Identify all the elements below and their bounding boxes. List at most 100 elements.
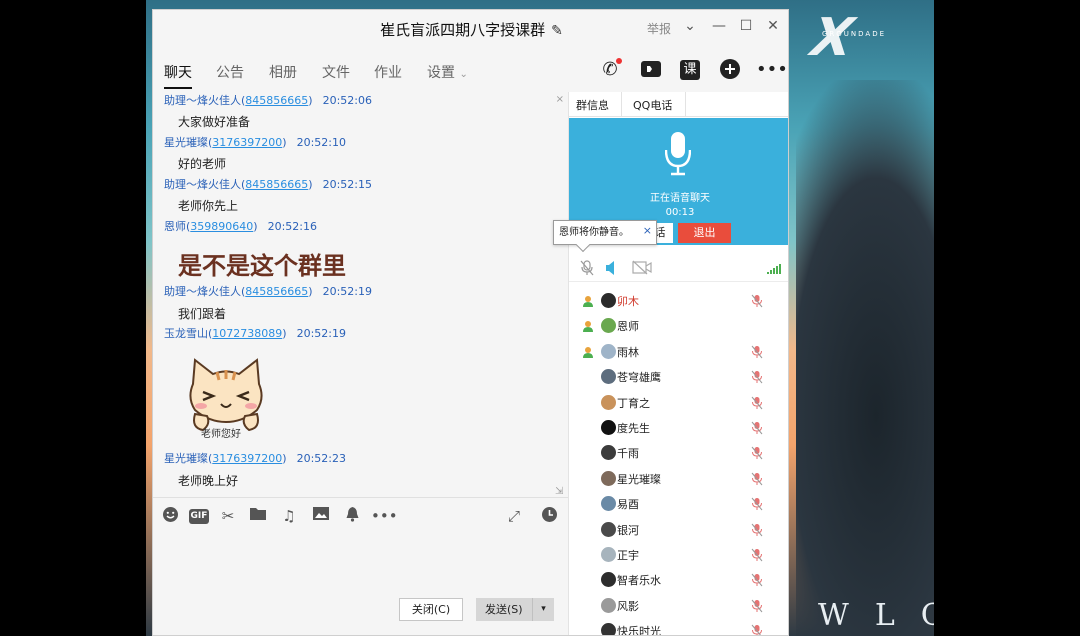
message-header: 恩师(359890640) 20:52:16 — [164, 220, 317, 233]
folder-icon[interactable] — [248, 506, 268, 526]
avatar[interactable] — [601, 496, 616, 512]
more-icon[interactable]: ••• — [371, 506, 398, 526]
avatar[interactable] — [601, 597, 616, 613]
chat-history[interactable]: × 助理～烽火佳人(845856665) 20:52:06 大家做好准备 星光璀璨… — [153, 92, 568, 497]
tab-announcement[interactable]: 公告 — [216, 62, 244, 82]
muted-mic-icon — [751, 396, 763, 409]
input-toolbar: GIF ✂ ♫ ••• ⤢ — [153, 504, 568, 530]
member-row[interactable]: 易酉 — [569, 492, 788, 517]
muted-mic-icon — [751, 548, 763, 562]
report-link[interactable]: 举报 — [647, 20, 671, 37]
music-icon[interactable]: ♫ — [279, 506, 299, 526]
member-row[interactable]: 风影 — [569, 594, 788, 619]
close-window-button[interactable]: ✕ — [764, 18, 782, 34]
send-options-chevron-icon[interactable]: ▾ — [532, 598, 554, 621]
member-row[interactable]: 苍穹雄鹰 — [569, 365, 788, 390]
member-row[interactable]: 星光璀璨 — [569, 467, 788, 492]
avatar[interactable] — [601, 369, 616, 385]
send-button[interactable]: 发送(S) ▾ — [476, 598, 554, 621]
group-name: 崔氏盲派四期八字授课群 — [380, 21, 546, 39]
divider — [621, 92, 622, 117]
admin-person-icon — [583, 346, 593, 358]
close-button[interactable]: 关闭(C) — [399, 598, 463, 621]
avatar[interactable] — [601, 420, 616, 435]
voice-call-icon[interactable]: ✆ — [598, 58, 622, 82]
tab-chat[interactable]: 聊天 — [164, 62, 192, 89]
avatar[interactable] — [601, 343, 616, 359]
qq-number-link[interactable]: 1072738089 — [212, 327, 282, 340]
tab-files[interactable]: 文件 — [322, 62, 350, 82]
bell-icon[interactable] — [342, 506, 362, 526]
member-name: 正宇 — [617, 549, 639, 562]
tab-qq-call[interactable]: QQ电话 — [633, 97, 672, 113]
tab-settings[interactable]: 设置 ⌄ — [427, 62, 468, 82]
speaker-icon[interactable] — [605, 260, 619, 280]
message-input[interactable] — [159, 532, 562, 592]
close-icon[interactable]: × — [556, 94, 564, 105]
qq-number-link[interactable]: 845856665 — [245, 178, 308, 191]
avatar[interactable] — [601, 521, 616, 537]
qq-number-link[interactable]: 845856665 — [245, 285, 308, 298]
minimize-button[interactable]: — — [710, 18, 728, 34]
message-text-large: 是不是这个群里 — [178, 252, 346, 280]
qq-number-link[interactable]: 359890640 — [190, 220, 253, 233]
muted-mic-icon — [751, 370, 763, 384]
tab-group-info[interactable]: 群信息 — [576, 97, 609, 113]
member-row[interactable]: 度先生 — [569, 416, 788, 441]
member-row[interactable]: 卯木 — [569, 289, 788, 314]
wallpaper-text: WLC — [818, 598, 934, 633]
member-row[interactable]: 千雨 — [569, 441, 788, 466]
voice-controls — [569, 254, 788, 282]
video-call-icon[interactable] — [639, 58, 663, 82]
member-row[interactable]: 银河 — [569, 518, 788, 543]
history-icon[interactable] — [539, 506, 559, 526]
message-header: 玉龙雪山(1072738089) 20:52:19 — [164, 327, 346, 340]
message-text: 大家做好准备 — [178, 115, 251, 129]
tab-album[interactable]: 相册 — [269, 62, 297, 82]
exit-voice-button[interactable]: 退出 — [678, 223, 731, 243]
message-header: 助理～烽火佳人(845856665) 20:52:06 — [164, 94, 372, 107]
maximize-button[interactable]: ☐ — [737, 18, 755, 34]
mute-tooltip: 恩师将你静音。 × — [553, 219, 657, 253]
gif-icon[interactable]: GIF — [189, 509, 209, 524]
title-bar[interactable]: 崔氏盲派四期八字授课群 ✎ 举报 ⌄ — ☐ ✕ — [153, 10, 788, 48]
qq-number-link[interactable]: 3176397200 — [212, 136, 282, 149]
avatar[interactable] — [601, 547, 616, 562]
scissors-icon[interactable]: ✂ — [218, 506, 238, 526]
emoji-icon[interactable] — [160, 506, 180, 526]
edit-pen-icon[interactable]: ✎ — [551, 23, 563, 39]
muted-mic-icon — [751, 523, 763, 536]
member-name: 恩师 — [617, 320, 639, 334]
image-icon[interactable] — [311, 506, 331, 526]
message-text: 老师你先上 — [178, 199, 239, 213]
member-row[interactable]: 快乐时光 — [569, 619, 788, 635]
avatar[interactable] — [601, 470, 616, 486]
avatar[interactable] — [601, 623, 616, 635]
wallpaper-figure — [796, 80, 934, 636]
camera-off-icon[interactable] — [632, 260, 652, 279]
close-icon[interactable]: × — [643, 219, 652, 242]
class-icon[interactable]: 课 — [680, 60, 700, 80]
avatar[interactable] — [601, 293, 616, 308]
member-row[interactable]: 智者乐水 — [569, 568, 788, 593]
qq-number-link[interactable]: 845856665 — [245, 94, 308, 107]
member-row[interactable]: 丁育之 — [569, 391, 788, 416]
avatar[interactable] — [601, 318, 616, 334]
member-row[interactable]: 正宇 — [569, 543, 788, 568]
avatar[interactable] — [601, 394, 616, 410]
chevron-down-icon[interactable]: ⌄ — [681, 18, 699, 34]
avatar[interactable] — [601, 445, 616, 461]
muted-mic-icon — [751, 599, 763, 613]
member-row[interactable]: 恩师 — [569, 314, 788, 339]
tab-homework[interactable]: 作业 — [374, 62, 402, 82]
qq-number-link[interactable]: 3176397200 — [212, 452, 282, 465]
member-name: 银河 — [617, 523, 639, 537]
mic-muted-icon[interactable] — [580, 260, 594, 280]
add-app-icon[interactable] — [718, 58, 742, 82]
more-icon[interactable]: ••• — [756, 58, 788, 82]
muted-mic-icon — [751, 472, 763, 486]
avatar[interactable] — [601, 572, 616, 588]
expand-arrow-icon[interactable]: ⇲ — [555, 486, 563, 497]
fullscreen-icon[interactable]: ⤢ — [504, 506, 524, 526]
member-row[interactable]: 雨林 — [569, 340, 788, 365]
